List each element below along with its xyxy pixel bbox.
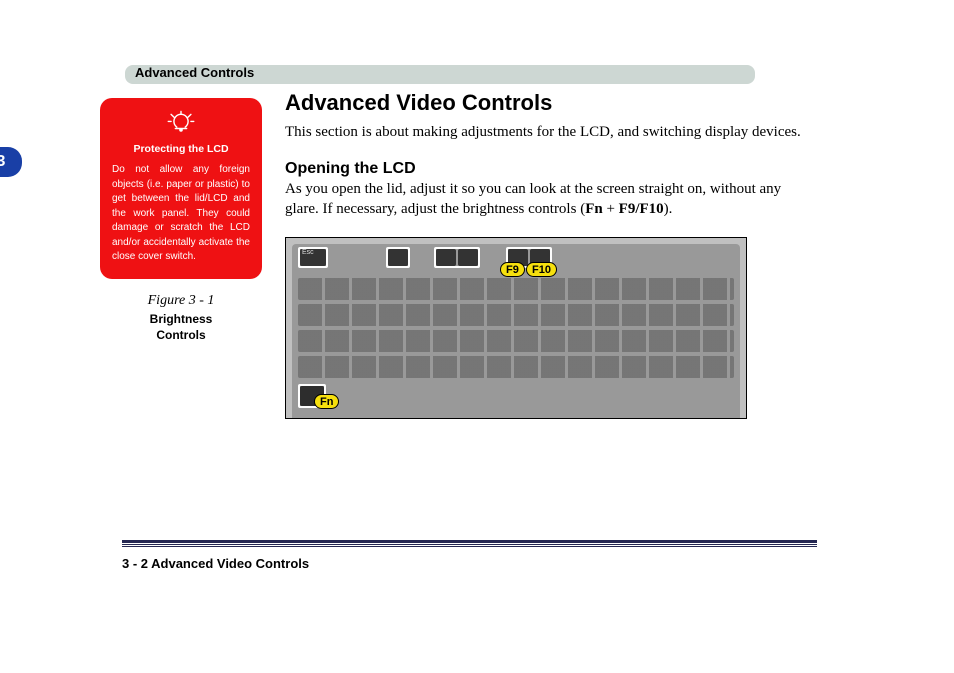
- chapter-tab: 3: [0, 147, 22, 177]
- body-pre: As you open the lid, adjust it so you ca…: [285, 181, 781, 217]
- page-title: Advanced Video Controls: [285, 90, 810, 116]
- keyboard-row-2: [298, 304, 734, 326]
- key-f5f6-outline: [434, 247, 480, 268]
- subheading-opening-lcd: Opening the LCD: [285, 160, 810, 178]
- body-paragraph: As you open the lid, adjust it so you ca…: [285, 180, 810, 219]
- bubble-f10: F10: [526, 262, 557, 277]
- figure-label: Figure 3 - 1: [100, 293, 262, 309]
- body-bold-fn: Fn: [585, 201, 603, 217]
- intro-paragraph: This section is about making adjustments…: [285, 122, 810, 142]
- figure-title-line1: Brightness: [100, 311, 262, 328]
- key-f3-outline: [386, 247, 410, 268]
- bubble-fn: Fn: [314, 394, 339, 409]
- warning-box: Protecting the LCD Do not allow any fore…: [100, 98, 262, 279]
- body-bold-f9f10: F9/F10: [619, 201, 664, 217]
- figure-title-line2: Controls: [100, 327, 262, 344]
- key-esc-label: Esc: [302, 249, 314, 256]
- footer-text: 3 - 2 Advanced Video Controls: [122, 556, 309, 571]
- warning-title: Protecting the LCD: [112, 143, 250, 155]
- keyboard-row-3: [298, 330, 734, 352]
- section-header-text: Advanced Controls: [135, 65, 254, 80]
- keyboard-row-1: [298, 278, 734, 300]
- section-header: Advanced Controls: [125, 65, 890, 84]
- bubble-f9: F9: [500, 262, 525, 277]
- footer-rule: [122, 540, 817, 545]
- keyboard-row-4: [298, 356, 734, 378]
- keyboard-illustration: Esc F9 F10 Fn: [285, 237, 747, 419]
- alarm-icon: [112, 108, 250, 137]
- body-plus: +: [603, 201, 619, 217]
- body-post: ).: [664, 201, 673, 217]
- figure-caption: Figure 3 - 1 Brightness Controls: [100, 293, 262, 345]
- warning-text: Do not allow any foreign objects (i.e. p…: [112, 163, 250, 265]
